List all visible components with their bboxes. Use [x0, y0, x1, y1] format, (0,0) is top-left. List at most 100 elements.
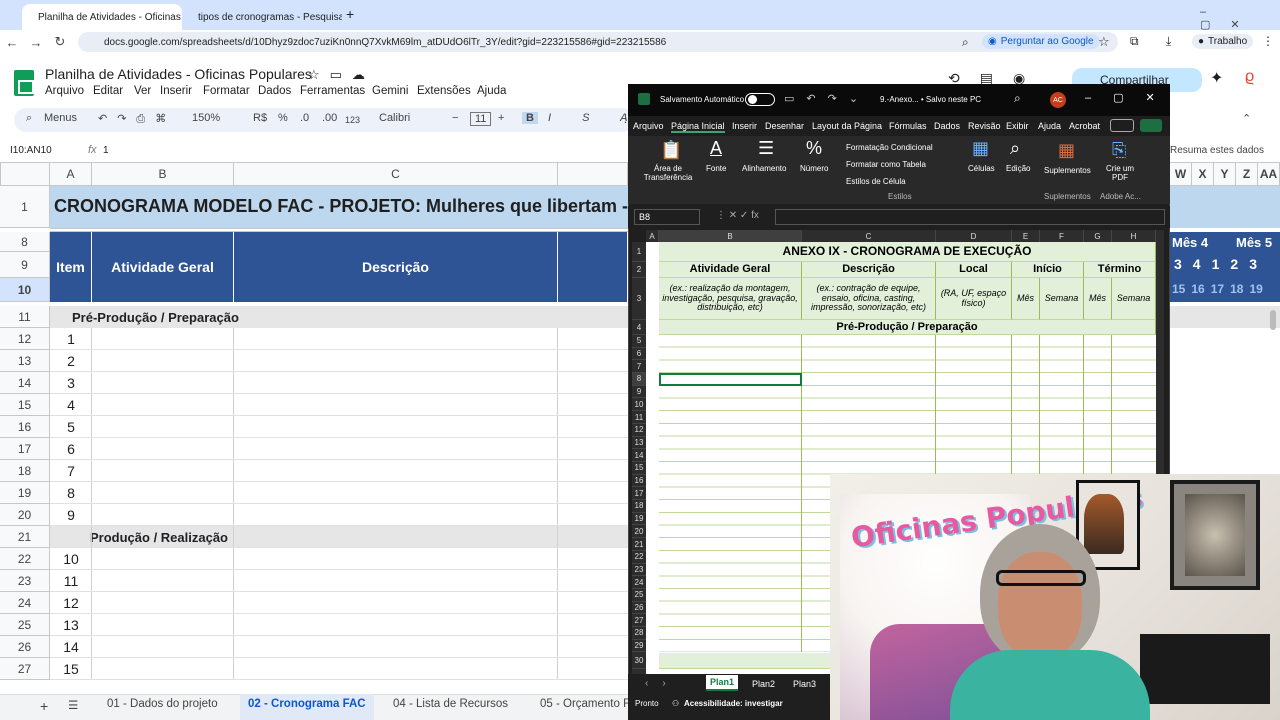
document-title[interactable]: Planilha de Atividades - Oficinas Popula… [45, 66, 312, 82]
qat-icons[interactable]: ▭↶↷⌄ [784, 92, 870, 105]
xl-row-header[interactable]: 9 [632, 385, 646, 399]
all-sheets-icon[interactable]: ☰ [68, 698, 78, 712]
percent-icon[interactable]: % [806, 138, 822, 159]
item-number[interactable]: 3 [50, 372, 92, 394]
row-header[interactable]: 19 [0, 482, 50, 504]
item-number[interactable]: 1 [50, 328, 92, 350]
xl-row-header[interactable]: 1 [632, 242, 646, 262]
xl-row-header[interactable]: 14 [632, 449, 646, 462]
sheet-title-cell[interactable]: CRONOGRAMA MODELO FAC - PROJETO: Mulhere… [50, 186, 628, 228]
xl-title-cell[interactable]: ANEXO IX - CRONOGRAMA DE EXECUÇÃO [659, 242, 1156, 262]
xl-sheet-tab-plan1[interactable]: Plan1 [706, 675, 739, 691]
row-header[interactable]: 14 [0, 372, 50, 394]
font-group[interactable]: Fonte [706, 164, 726, 173]
menu-ferramentas[interactable]: Ferramentas [300, 85, 365, 97]
item-number[interactable]: 6 [50, 438, 92, 460]
collapse-toolbar-icon[interactable]: ⌃ [1242, 112, 1251, 125]
menus-search[interactable]: Menus [44, 112, 77, 124]
cell-styles-button[interactable]: Estilos de Célula [846, 177, 906, 186]
xl-end-week[interactable]: Semana [1112, 278, 1156, 320]
vertical-scrollbar[interactable] [1270, 310, 1276, 330]
ribbon-tab-layout[interactable]: Layout da Página [812, 121, 882, 131]
xl-example-local[interactable]: (RA, UF, espaço físico) [936, 278, 1012, 320]
xl-status-accessibility[interactable]: Acessibilidade: investigar [684, 699, 783, 708]
row-header[interactable]: 23 [0, 570, 50, 592]
create-pdf-button[interactable]: Crie um PDF [1104, 164, 1136, 182]
row-header[interactable]: 16 [0, 416, 50, 438]
font-increase-icon[interactable]: + [498, 112, 504, 124]
column-header-z[interactable]: Z [1236, 162, 1258, 186]
xl-row-header[interactable]: 5 [632, 335, 646, 348]
add-sheet-icon[interactable]: + [40, 698, 48, 714]
xl-row-header[interactable]: 13 [632, 436, 646, 450]
header-item[interactable]: Item [50, 232, 92, 302]
item-number[interactable]: 13 [50, 614, 92, 636]
xl-row-header[interactable]: 22 [632, 550, 646, 564]
row-header[interactable]: 22 [0, 548, 50, 570]
font-decrease-icon[interactable]: − [452, 112, 458, 124]
header-description[interactable]: Descrição [234, 232, 558, 302]
xl-row-header[interactable]: 29 [632, 639, 646, 653]
xl-header-description[interactable]: Descrição [802, 262, 936, 278]
conditional-format-button[interactable]: Formatação Condicional [846, 143, 933, 152]
xl-col-b[interactable]: B [659, 230, 802, 242]
xl-row-header[interactable]: 23 [632, 563, 646, 577]
name-box[interactable]: I10:AN10 [10, 145, 52, 156]
item-number[interactable]: 7 [50, 460, 92, 482]
edit-group[interactable]: Edição [1006, 164, 1030, 173]
xl-col-c[interactable]: C [802, 230, 936, 242]
column-header-d[interactable] [558, 162, 628, 186]
comments-button[interactable] [1110, 119, 1134, 132]
xl-row-header[interactable]: 24 [632, 576, 646, 589]
cells-icon[interactable]: ▦ [972, 138, 989, 159]
xl-row-header[interactable]: 26 [632, 601, 646, 615]
accessibility-icon[interactable]: ⚇ [672, 699, 679, 708]
xl-col-d[interactable]: D [936, 230, 1012, 242]
row-header[interactable]: 15 [0, 394, 50, 416]
cells-group[interactable]: Células [968, 164, 995, 173]
back-icon[interactable]: ← [0, 35, 24, 50]
row-header[interactable]: 24 [0, 592, 50, 614]
excel-window-controls[interactable]: –▢✕ [1085, 91, 1177, 104]
item-number[interactable]: 10 [50, 548, 92, 570]
format-table-button[interactable]: Formatar como Tabela [846, 160, 926, 169]
font-size-input[interactable]: 11 [470, 112, 492, 126]
item-number[interactable]: 11 [50, 570, 92, 592]
xl-header-activity[interactable]: Atividade Geral [659, 262, 802, 278]
ribbon-tab-pagina-inicial[interactable]: Página Inicial [671, 121, 725, 133]
xl-sheet-tab-plan2[interactable]: Plan2 [752, 679, 775, 689]
font-icon[interactable]: A [710, 138, 722, 159]
bold-button[interactable]: B [522, 112, 538, 124]
xl-sheet-tab-plan3[interactable]: Plan3 [793, 679, 816, 689]
xl-header-start[interactable]: Início [1012, 262, 1084, 278]
download-icon[interactable]: ⤓ [1166, 34, 1171, 49]
menu-editar[interactable]: Editar [93, 85, 123, 97]
row-header[interactable]: 8 [0, 232, 50, 252]
formula-icons[interactable]: ⋮ ✕ ✓ fx [716, 210, 759, 221]
addins-button[interactable]: Suplementos [1044, 166, 1091, 175]
xl-end-month[interactable]: Mês [1084, 278, 1112, 320]
ribbon-tab-formulas[interactable]: Fórmulas [889, 121, 927, 131]
xl-row-header[interactable]: 28 [632, 627, 646, 640]
sheet-tab-recursos[interactable]: 04 - Lista de Recursos [393, 698, 508, 710]
xl-row-header[interactable]: 17 [632, 487, 646, 501]
reload-icon[interactable]: ↻ [48, 34, 72, 50]
clipboard-group[interactable]: Área de Transferência [640, 164, 696, 182]
search-icon[interactable]: ⌕ [1014, 91, 1021, 106]
menu-ajuda[interactable]: Ajuda [477, 85, 506, 97]
zoom-icon[interactable]: ⌕ [962, 35, 969, 50]
row-header[interactable]: 9 [0, 252, 50, 278]
excel-file-name[interactable]: 9.-Anexo... • Salvo neste PC [880, 95, 981, 104]
xl-header-end[interactable]: Término [1084, 262, 1156, 278]
xl-row-header[interactable]: 4 [632, 320, 646, 335]
number-group[interactable]: Número [800, 164, 828, 173]
ribbon-tab-acrobat[interactable]: Acrobat [1069, 121, 1100, 131]
edit-search-icon[interactable]: ⌕ [1010, 138, 1020, 159]
menu-inserir[interactable]: Inserir [160, 85, 192, 97]
item-number[interactable]: 14 [50, 636, 92, 658]
xl-col-h[interactable]: H [1112, 230, 1156, 242]
xl-start-month[interactable]: Mês [1012, 278, 1040, 320]
xl-header-local[interactable]: Local [936, 262, 1012, 278]
new-tab-icon[interactable]: + [346, 6, 354, 22]
xl-row-header[interactable]: 20 [632, 525, 646, 539]
